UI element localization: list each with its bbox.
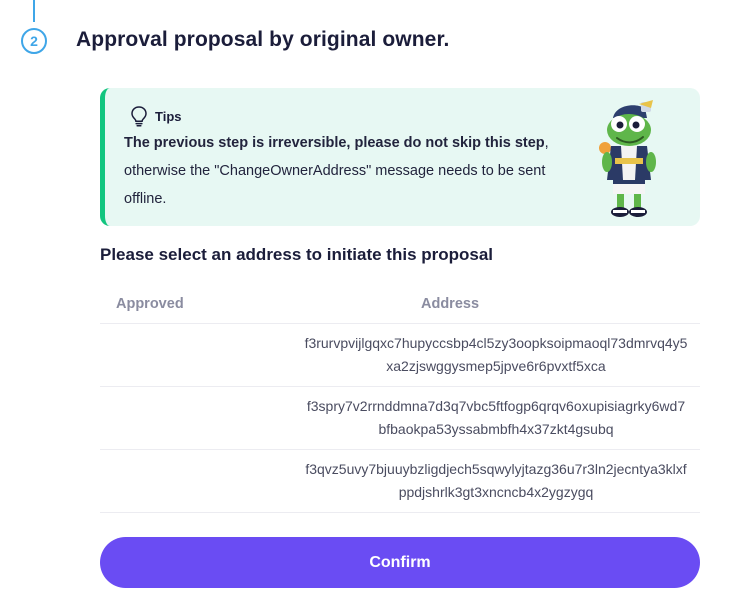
select-address-heading: Please select an address to initiate thi…: [100, 245, 494, 264]
table-row[interactable]: f3spry7v2rrnddmna7d3q7vbc5ftfogp6qrqv6ox…: [100, 387, 700, 450]
lightbulb-icon: [131, 106, 147, 127]
column-header-address: Address: [420, 296, 480, 312]
tips-header: Tips: [129, 105, 182, 127]
address-cell: f3spry7v2rrnddmna7d3q7vbc5ftfogp6qrqv6ox…: [306, 398, 686, 437]
step-title: Approval proposal by original owner.: [76, 28, 450, 51]
address-cell: f3qvz5uvy7bjuuybzligdjech5sqwylyjtazg36u…: [305, 461, 687, 500]
table-row[interactable]: f3rurvpvijlgqxc7hupyccsbp4cl5zy3oopksoip…: [100, 324, 700, 387]
column-header-approved: Approved: [116, 296, 184, 312]
tips-bold-text: The previous step is irreversible, pleas…: [124, 135, 545, 151]
tips-label: Tips: [155, 108, 182, 124]
table-header: Approved Address: [100, 285, 700, 324]
address-cell: f3rurvpvijlgqxc7hupyccsbp4cl5zy3oopksoip…: [304, 335, 688, 374]
tips-message: The previous step is irreversible, pleas…: [124, 129, 554, 213]
tips-panel: Tips The previous step is irreversible, …: [100, 88, 700, 226]
confirm-button[interactable]: Confirm: [100, 537, 700, 588]
address-table: Approved Address f3rurvpvijlgqxc7hupyccs…: [100, 285, 700, 513]
step-number-badge: 2: [21, 28, 47, 54]
step-connector-line: [33, 0, 35, 22]
frog-mascot-illustration: [599, 100, 656, 217]
table-row[interactable]: f3qvz5uvy7bjuuybzligdjech5sqwylyjtazg36u…: [100, 450, 700, 513]
